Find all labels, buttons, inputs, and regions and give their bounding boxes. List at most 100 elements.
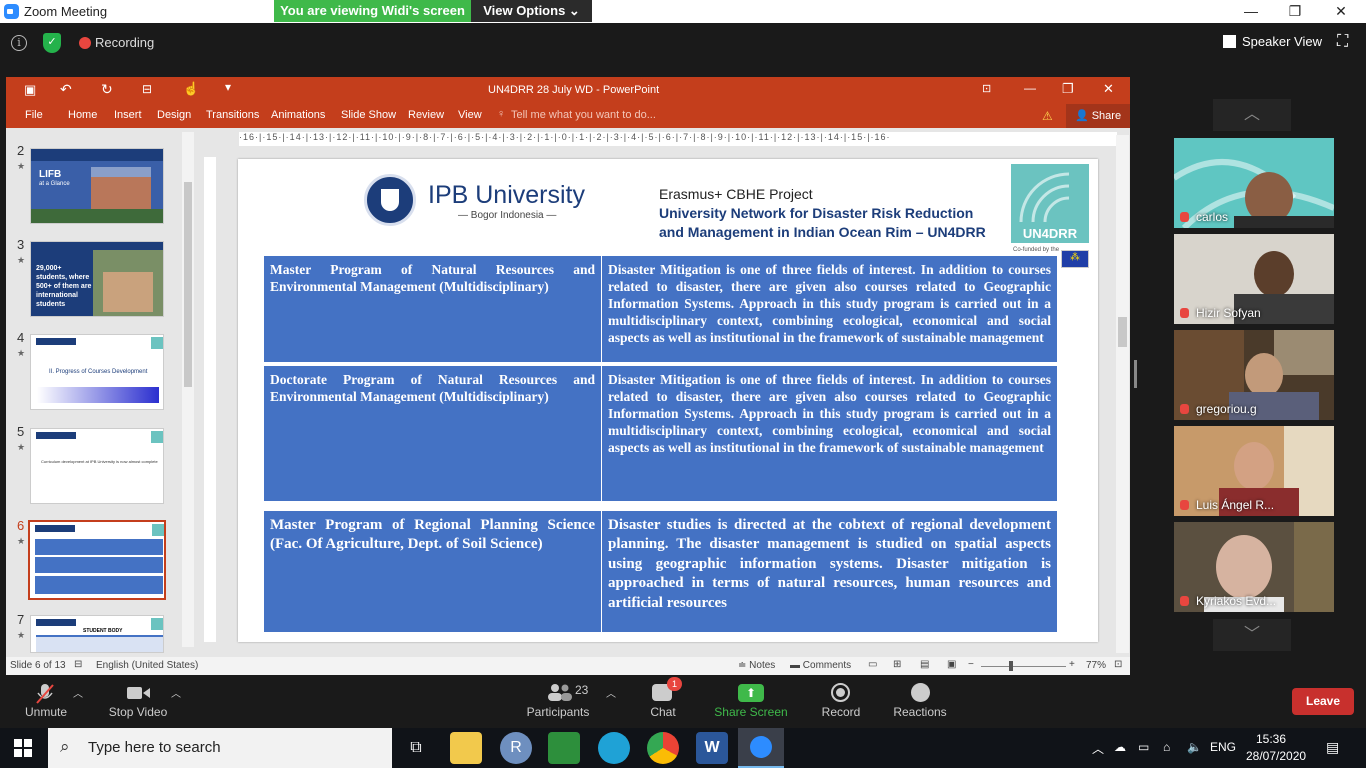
share-screen-label[interactable]: Share Screen (714, 705, 788, 719)
slide-canvas[interactable]: IPB University — Bogor Indonesia — Erasm… (238, 159, 1098, 642)
save-icon[interactable]: ▣ (24, 82, 36, 98)
record-icon[interactable] (831, 683, 850, 702)
touch-mode-icon[interactable]: ☝ (183, 81, 199, 97)
tell-me-input[interactable]: Tell me what you want to do... (511, 109, 656, 121)
shield-check-icon[interactable]: ✓ (43, 33, 61, 53)
participants-caret-icon[interactable]: ︿ (606, 685, 616, 700)
tab-view[interactable]: View (458, 109, 482, 121)
battery-icon[interactable]: ▭ (1138, 740, 1149, 754)
presenter-view-icon[interactable]: ▣ (947, 659, 956, 670)
reading-view-icon[interactable]: ▤ (920, 659, 929, 670)
keyboard-language[interactable]: ENG (1210, 740, 1236, 754)
reactions-label[interactable]: Reactions (892, 705, 948, 719)
spellcheck-icon[interactable]: ⊟ (74, 659, 82, 670)
fit-slide-icon[interactable]: ⊡ (1114, 659, 1122, 670)
slideshow-icon[interactable]: ⊟ (142, 82, 152, 96)
clock-time[interactable]: 15:36 (1256, 732, 1286, 746)
participant-tile[interactable]: Hizir Sofyan (1174, 234, 1334, 324)
scroll-knob[interactable] (1118, 317, 1127, 347)
reactions-emoji-icon[interactable] (911, 683, 930, 702)
tab-insert[interactable]: Insert (114, 109, 142, 121)
tab-review[interactable]: Review (408, 109, 444, 121)
zoom-level[interactable]: 77% (1086, 660, 1106, 671)
zoom-in-icon[interactable]: + (1069, 659, 1075, 670)
slide-thumbnail-6[interactable] (28, 520, 166, 600)
windows-start-icon[interactable] (14, 739, 32, 757)
participant-tile[interactable]: Kyriakos Evd... (1174, 522, 1334, 612)
view-options-button[interactable]: View Options ⌄ (471, 0, 592, 22)
scroll-knob[interactable] (184, 182, 192, 387)
r-app-icon[interactable]: R (500, 732, 532, 764)
tray-overflow-icon[interactable]: ︿ (1092, 740, 1104, 757)
tab-animations[interactable]: Animations (271, 109, 325, 121)
unmute-button[interactable] (35, 683, 55, 705)
redo-icon[interactable]: ↻ (101, 81, 113, 98)
audio-options-caret-icon[interactable]: ︿ (73, 685, 83, 700)
ppt-close-button[interactable]: ✕ (1103, 81, 1114, 97)
zoom-out-icon[interactable]: − (968, 659, 974, 670)
slide-sorter-icon[interactable]: ⊞ (893, 659, 901, 670)
zoom-slider[interactable] (981, 666, 1066, 667)
ppt-restore-button[interactable]: ❐ (1062, 81, 1074, 97)
cloud-icon[interactable]: ☁ (1114, 740, 1126, 754)
tab-home[interactable]: Home (68, 109, 97, 121)
warning-icon[interactable]: ⚠ (1042, 109, 1053, 123)
ppt-share-button[interactable]: 👤 Share (1066, 104, 1130, 128)
tab-slide-show[interactable]: Slide Show (341, 109, 396, 121)
participants-label[interactable]: Participants (525, 705, 591, 719)
file-explorer-icon[interactable] (450, 732, 482, 764)
clock-date[interactable]: 28/07/2020 (1246, 749, 1306, 763)
chrome-browser-icon[interactable] (647, 732, 679, 764)
speaker-view-button[interactable]: Speaker View (1223, 34, 1322, 49)
notepad-app-icon[interactable] (548, 732, 580, 764)
horizontal-ruler: ·16·|·15·|·14·|·13·|·12·|·11·|·10·|·9·|·… (239, 132, 1117, 146)
slide-thumbnail-5[interactable]: Curriculum development at IPB University… (30, 428, 164, 504)
slide-thumbnail-2[interactable]: LIFB at a Glance (30, 148, 164, 224)
volume-icon[interactable]: 🔈 (1187, 740, 1202, 754)
tab-file[interactable]: File (25, 109, 43, 121)
stop-video-label[interactable]: Stop Video (106, 705, 170, 719)
notes-button[interactable]: ≐ Notes (738, 660, 775, 671)
maximize-button[interactable]: ❐ (1272, 0, 1318, 23)
normal-view-icon[interactable]: ▭ (868, 659, 877, 670)
undo-icon[interactable]: ↶ (60, 81, 72, 98)
zoom-slider-thumb[interactable] (1009, 661, 1013, 671)
chat-label[interactable]: Chat (648, 705, 678, 719)
word-app-icon[interactable]: W (696, 732, 728, 764)
fullscreen-icon[interactable]: ⛶ (1337, 34, 1353, 51)
language-label[interactable]: English (United States) (96, 660, 198, 671)
taskbar-search-box[interactable]: ⌕ Type here to search (48, 728, 392, 768)
network-icon[interactable]: ⌂ (1163, 740, 1170, 754)
leave-button[interactable]: Leave (1292, 688, 1354, 715)
panel-resize-handle[interactable] (1134, 360, 1137, 388)
customize-icon[interactable]: ▾ (225, 80, 231, 94)
tab-design[interactable]: Design (157, 109, 191, 121)
zoom-app-icon[interactable] (738, 728, 784, 768)
slide-thumbnail-3[interactable]: 29,000+ students, where 500+ of them are… (30, 241, 164, 317)
close-button[interactable]: ✕ (1318, 0, 1364, 23)
comments-button[interactable]: ▬ Comments (790, 660, 851, 671)
edge-browser-icon[interactable] (598, 732, 630, 764)
notifications-icon[interactable]: ▤ (1326, 739, 1339, 756)
gallery-up-arrow-icon[interactable]: ︿ (1213, 99, 1291, 131)
stop-video-button[interactable] (127, 685, 151, 701)
slide-thumbnail-7[interactable]: STUDENT BODY (30, 615, 164, 653)
participant-tile[interactable]: Luis Ángel R... (1174, 426, 1334, 516)
minimize-button[interactable]: — (1228, 0, 1274, 23)
slide-thumbnail-4[interactable]: II. Progress of Courses Development (30, 334, 164, 410)
gallery-down-arrow-icon[interactable]: ﹀ (1213, 619, 1291, 651)
video-options-caret-icon[interactable]: ︿ (171, 685, 181, 700)
info-icon[interactable]: i (11, 35, 27, 51)
ribbon-display-icon[interactable]: ⊡ (982, 82, 991, 95)
unmute-label[interactable]: Unmute (22, 705, 70, 719)
record-label[interactable]: Record (819, 705, 863, 719)
participants-button[interactable] (546, 683, 572, 701)
participant-tile[interactable]: gregoriou.g (1174, 330, 1334, 420)
participant-tile[interactable]: carlos (1174, 138, 1334, 228)
thumbnail-scrollbar[interactable] (182, 132, 194, 647)
tab-transitions[interactable]: Transitions (206, 109, 259, 121)
share-screen-icon[interactable]: ⬆ (738, 684, 764, 702)
task-view-icon[interactable]: ⧉ (400, 732, 432, 764)
ppt-minimize-button[interactable]: — (1024, 81, 1036, 95)
slide-scrollbar[interactable] (1116, 135, 1129, 653)
